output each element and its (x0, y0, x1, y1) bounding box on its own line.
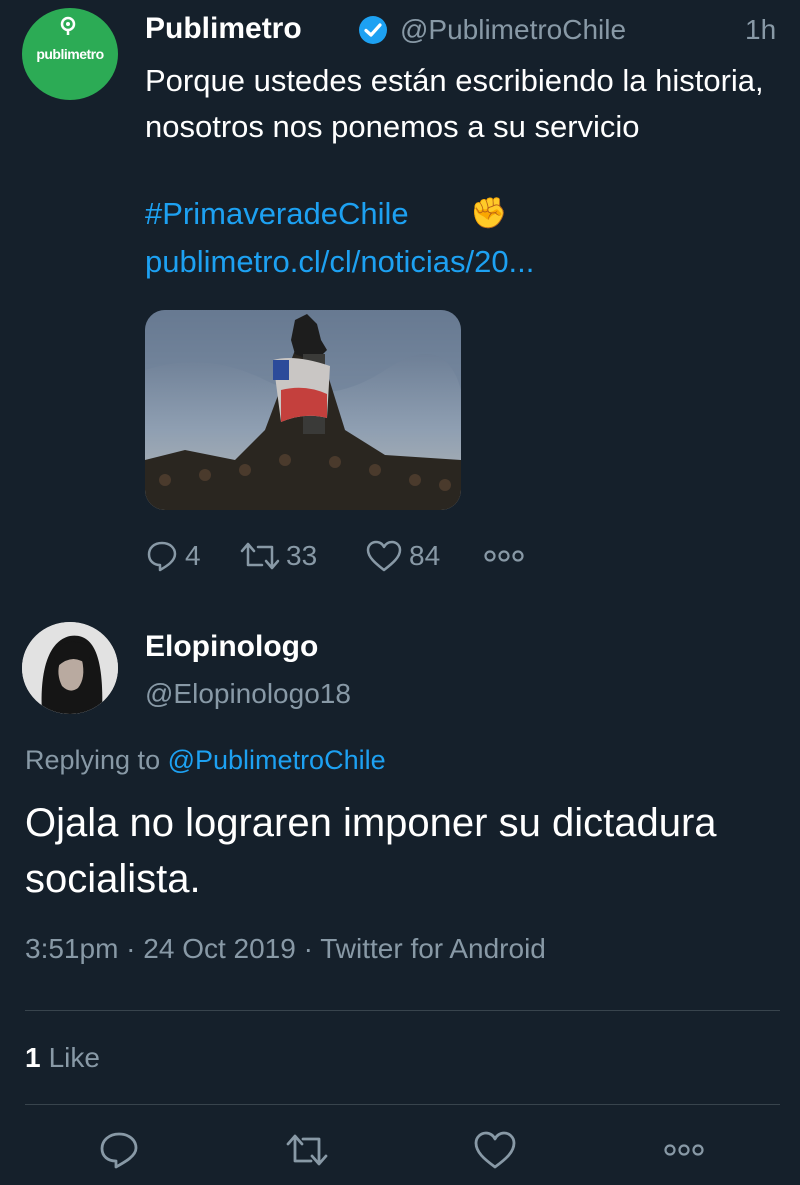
reply-author-handle[interactable]: @Elopinologo18 (145, 678, 351, 710)
like-count: 84 (409, 540, 441, 571)
reply-button[interactable]: 4 (145, 536, 201, 576)
like-icon[interactable] (473, 1128, 517, 1172)
retweet-count: 33 (286, 540, 318, 571)
like-icon (366, 540, 402, 572)
likes-summary[interactable]: 1 Like (25, 1042, 100, 1074)
replying-to-label: Replying to (25, 745, 161, 775)
divider (25, 1010, 780, 1011)
divider (25, 1104, 780, 1105)
replying-to-line: Replying to @PublimetroChile (25, 745, 386, 776)
hashtag-link[interactable]: #PrimaveradeChile (145, 196, 409, 232)
like-button[interactable]: 84 (365, 536, 440, 576)
author-name[interactable]: Publimetro (145, 12, 302, 46)
reply-count: 4 (185, 540, 201, 571)
tweet-photo[interactable] (145, 310, 461, 510)
user-profile-photo (22, 622, 118, 714)
reply-author-name[interactable]: Elopinologo (145, 630, 318, 664)
publimetro-avatar[interactable]: publimetro (22, 8, 118, 100)
tweet-text: Porque ustedes están escribiendo la hist… (145, 63, 764, 144)
retweet-button[interactable]: 33 (240, 536, 317, 576)
more-icon[interactable] (662, 1128, 706, 1172)
retweet-icon[interactable] (285, 1128, 329, 1172)
avatar-logo-text: publimetro (36, 46, 104, 62)
user-avatar[interactable] (22, 622, 118, 714)
likes-summary-label: Like (48, 1042, 100, 1073)
more-icon (484, 550, 524, 562)
raised-fist-emoji: ✊ (470, 197, 508, 230)
reply-icon[interactable] (97, 1128, 141, 1172)
reply-text: Ojala no lograren imponer su dictadura s… (25, 801, 717, 901)
reply-icon (147, 541, 177, 572)
protest-photo-image (145, 310, 461, 510)
retweet-icon (240, 542, 280, 570)
reply-meta[interactable]: 3:51pm · 24 Oct 2019 · Twitter for Andro… (25, 933, 546, 965)
tweet-timestamp[interactable]: 1h (745, 14, 776, 46)
article-link[interactable]: publimetro.cl/cl/noticias/20... (145, 244, 534, 280)
more-options-button[interactable] (483, 536, 531, 576)
location-pin-icon (60, 16, 76, 35)
likes-summary-count: 1 (25, 1042, 41, 1073)
replying-to-mention[interactable]: @PublimetroChile (168, 745, 386, 775)
verified-badge-icon (359, 16, 387, 44)
author-handle[interactable]: @PublimetroChile (400, 14, 626, 46)
